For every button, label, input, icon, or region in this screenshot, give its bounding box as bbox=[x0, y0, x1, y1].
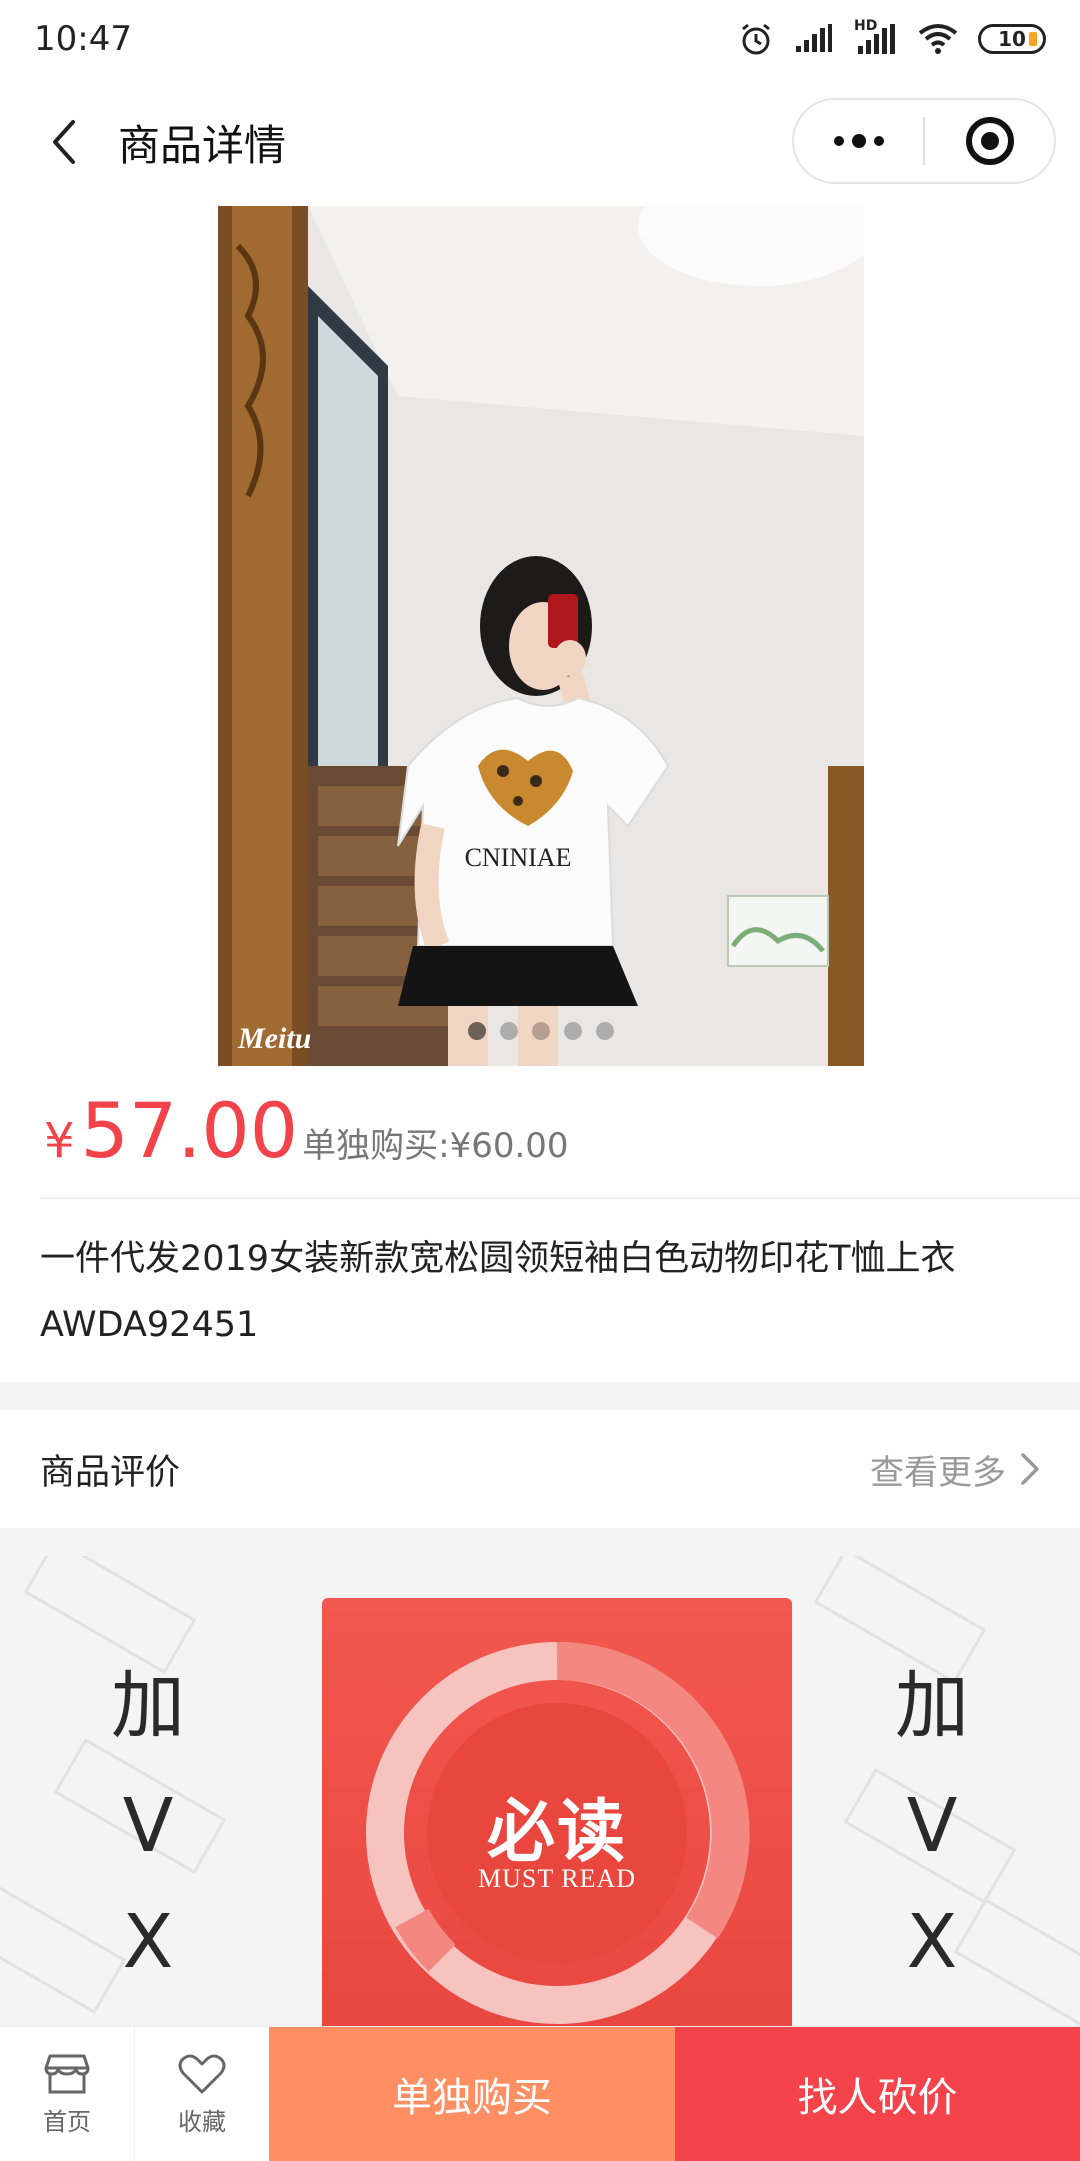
reviews-more-link[interactable]: 查看更多 bbox=[870, 1445, 1040, 1494]
currency-symbol: ¥ bbox=[44, 1113, 75, 1169]
must-read-badge: 必读 MUST READ bbox=[322, 1598, 792, 2026]
home-tab[interactable]: 首页 bbox=[0, 2027, 134, 2161]
promo-banner: 加 V X 加 V X 必读 MUST READ bbox=[0, 1556, 1080, 2026]
chevron-left-icon bbox=[53, 120, 75, 164]
battery-icon: 10 bbox=[978, 24, 1046, 54]
product-photo: CNINIAE Meitu bbox=[218, 206, 864, 1066]
heart-icon bbox=[178, 2054, 226, 2093]
promo-left-text: 加 V X bbox=[111, 1663, 185, 1985]
product-image-carousel[interactable]: CNINIAE Meitu bbox=[218, 206, 864, 1066]
alone-price: 单独购买:¥60.00 bbox=[302, 1126, 569, 1166]
section-gap bbox=[0, 1382, 1080, 1410]
miniprogram-capsule bbox=[792, 98, 1056, 184]
more-button[interactable] bbox=[794, 100, 923, 182]
reviews-more-label: 查看更多 bbox=[870, 1452, 1006, 1493]
carousel-dot[interactable] bbox=[532, 1022, 550, 1040]
target-circle-icon bbox=[965, 117, 1014, 165]
alarm-icon bbox=[742, 23, 770, 55]
bargain-button[interactable]: 找人砍价 bbox=[675, 2027, 1080, 2161]
reviews-section[interactable]: 商品评价 查看更多 bbox=[0, 1410, 1080, 1528]
bottom-action-bar: 首页 收藏 单独购买 找人砍价 bbox=[0, 2026, 1080, 2161]
must-read-subtitle: MUST READ bbox=[477, 1864, 637, 1893]
favorite-label: 收藏 bbox=[178, 2107, 226, 2136]
more-dots-icon bbox=[833, 134, 884, 148]
back-button[interactable] bbox=[24, 102, 104, 182]
group-price: 57.00 bbox=[80, 1086, 299, 1175]
store-icon bbox=[44, 2054, 90, 2093]
chevron-right-icon bbox=[1021, 1453, 1039, 1485]
section-gap bbox=[0, 1528, 1080, 1556]
wifi-icon bbox=[918, 24, 958, 54]
close-miniprogram-button[interactable] bbox=[925, 100, 1054, 182]
carousel-dot[interactable] bbox=[500, 1022, 518, 1040]
carousel-dot[interactable] bbox=[564, 1022, 582, 1040]
nav-bar: 商品详情 bbox=[0, 78, 1080, 206]
buy-alone-button[interactable]: 单独购买 bbox=[269, 2027, 675, 2161]
promo-right-text: 加 V X bbox=[895, 1663, 969, 1985]
shirt-print-text: CNINIAE bbox=[465, 843, 572, 872]
carousel-dot[interactable] bbox=[596, 1022, 614, 1040]
status-bar: 10:47 HD 10 bbox=[0, 0, 1080, 78]
signal-icon bbox=[796, 24, 832, 52]
carousel-indicator bbox=[218, 1022, 864, 1040]
carousel-dot[interactable] bbox=[468, 1022, 486, 1040]
product-title: 一件代发2019女装新款宽松圆领短袖白色动物印花T恤上衣AWDA92451 bbox=[40, 1239, 956, 1345]
favorite-tab[interactable]: 收藏 bbox=[135, 2027, 269, 2161]
home-label: 首页 bbox=[43, 2107, 91, 2136]
price-row: ¥ 57.00 单独购买:¥60.00 bbox=[44, 1086, 569, 1186]
page-title: 商品详情 bbox=[118, 120, 287, 170]
status-icons: HD 10 bbox=[738, 18, 1046, 57]
reviews-title: 商品评价 bbox=[40, 1452, 181, 1493]
divider bbox=[40, 1197, 1080, 1199]
must-read-title: 必读 bbox=[486, 1793, 627, 1872]
hd-signal-icon: HD bbox=[854, 18, 898, 56]
status-time: 10:47 bbox=[34, 19, 132, 59]
